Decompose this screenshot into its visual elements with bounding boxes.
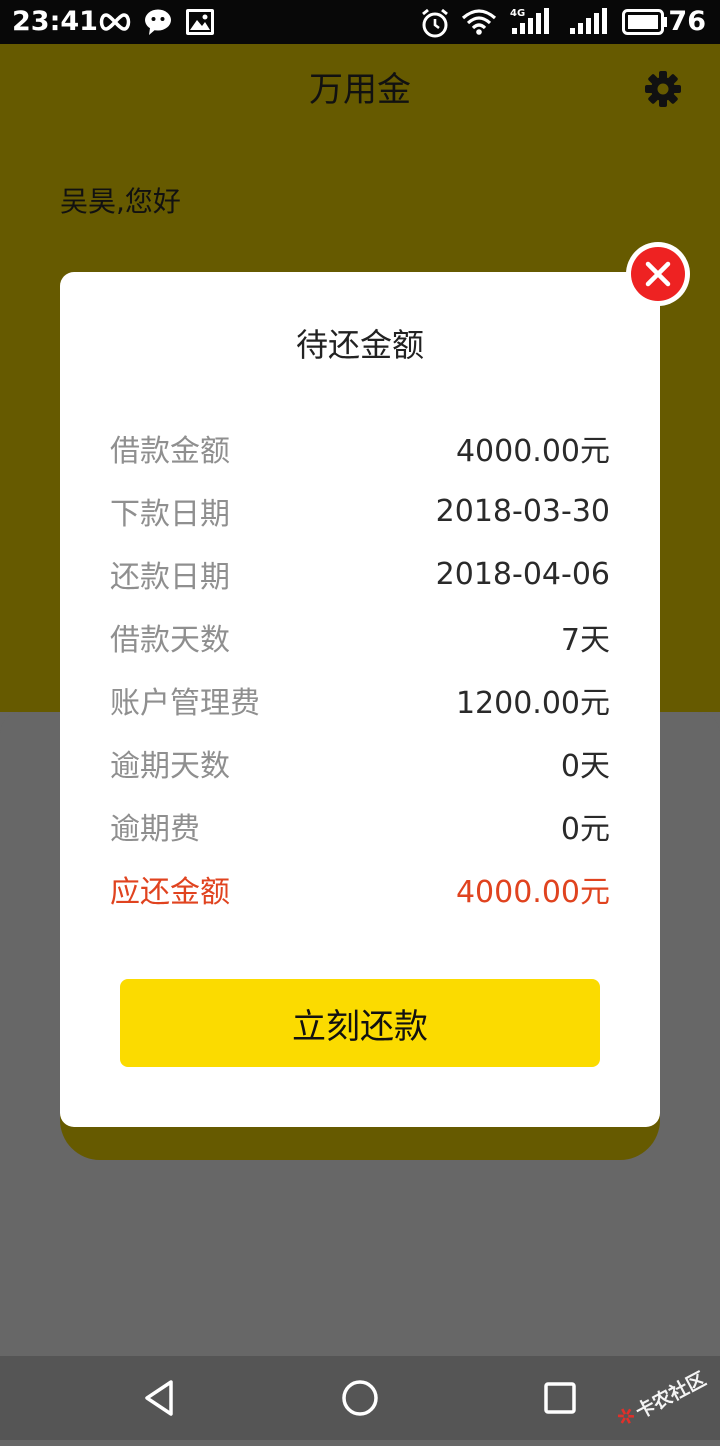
detail-row-repayment-date: 还款日期 2018-04-06 (110, 552, 610, 596)
greeting-text: 吴昊,您好 (60, 185, 181, 218)
row-value: 7天 (560, 623, 610, 658)
close-dialog-button[interactable] (626, 242, 690, 306)
row-label: 逾期费 (110, 812, 200, 847)
row-value: 2018-03-30 (435, 493, 610, 529)
wifi-icon (461, 9, 497, 35)
wechat-icon (145, 9, 171, 35)
home-icon[interactable] (338, 1376, 382, 1420)
network-type-label: 4G (510, 8, 525, 19)
infinity-icon (99, 13, 131, 31)
row-label: 还款日期 (110, 560, 230, 595)
dialog-title: 待还金额 (295, 326, 424, 364)
row-label: 逾期天数 (110, 749, 230, 784)
recents-icon[interactable] (538, 1376, 582, 1420)
page-title: 万用金 (309, 70, 411, 110)
row-label: 账户管理费 (110, 686, 260, 721)
row-value: 4000.00元 (455, 875, 610, 910)
detail-row-overdue-days: 逾期天数 0天 (110, 741, 610, 785)
battery-level: 76 (668, 6, 706, 37)
detail-row-management-fee: 账户管理费 1200.00元 (110, 678, 610, 722)
row-label: 应还金额 (110, 875, 230, 910)
alarm-icon (422, 8, 448, 38)
signal-icon (570, 8, 607, 34)
battery-icon (622, 9, 667, 35)
status-time: 23:41 (12, 6, 98, 37)
gear-icon[interactable] (644, 70, 682, 108)
close-button-circle (631, 247, 685, 301)
detail-row-disbursement-date: 下款日期 2018-03-30 (110, 489, 610, 533)
detail-row-loan-amount: 借款金额 4000.00元 (110, 426, 610, 470)
detail-row-overdue-fee: 逾期费 0元 (110, 804, 610, 848)
status-bar: 23:41 4G 76 (0, 0, 720, 44)
row-value: 4000.00元 (455, 434, 610, 469)
row-label: 下款日期 (110, 497, 230, 532)
signal-icon: 4G (510, 8, 549, 34)
row-label: 借款天数 (110, 623, 230, 658)
back-icon[interactable] (138, 1376, 182, 1420)
close-icon (645, 261, 671, 287)
row-value: 0天 (560, 749, 610, 784)
row-label: 借款金额 (110, 434, 230, 469)
repay-now-button[interactable]: 立刻还款 (120, 979, 600, 1067)
image-icon (186, 9, 214, 35)
detail-row-amount-due: 应还金额 4000.00元 (110, 867, 610, 911)
row-value: 1200.00元 (455, 686, 610, 721)
row-value: 0元 (560, 812, 610, 847)
detail-row-loan-days: 借款天数 7天 (110, 615, 610, 659)
row-value: 2018-04-06 (435, 556, 610, 592)
